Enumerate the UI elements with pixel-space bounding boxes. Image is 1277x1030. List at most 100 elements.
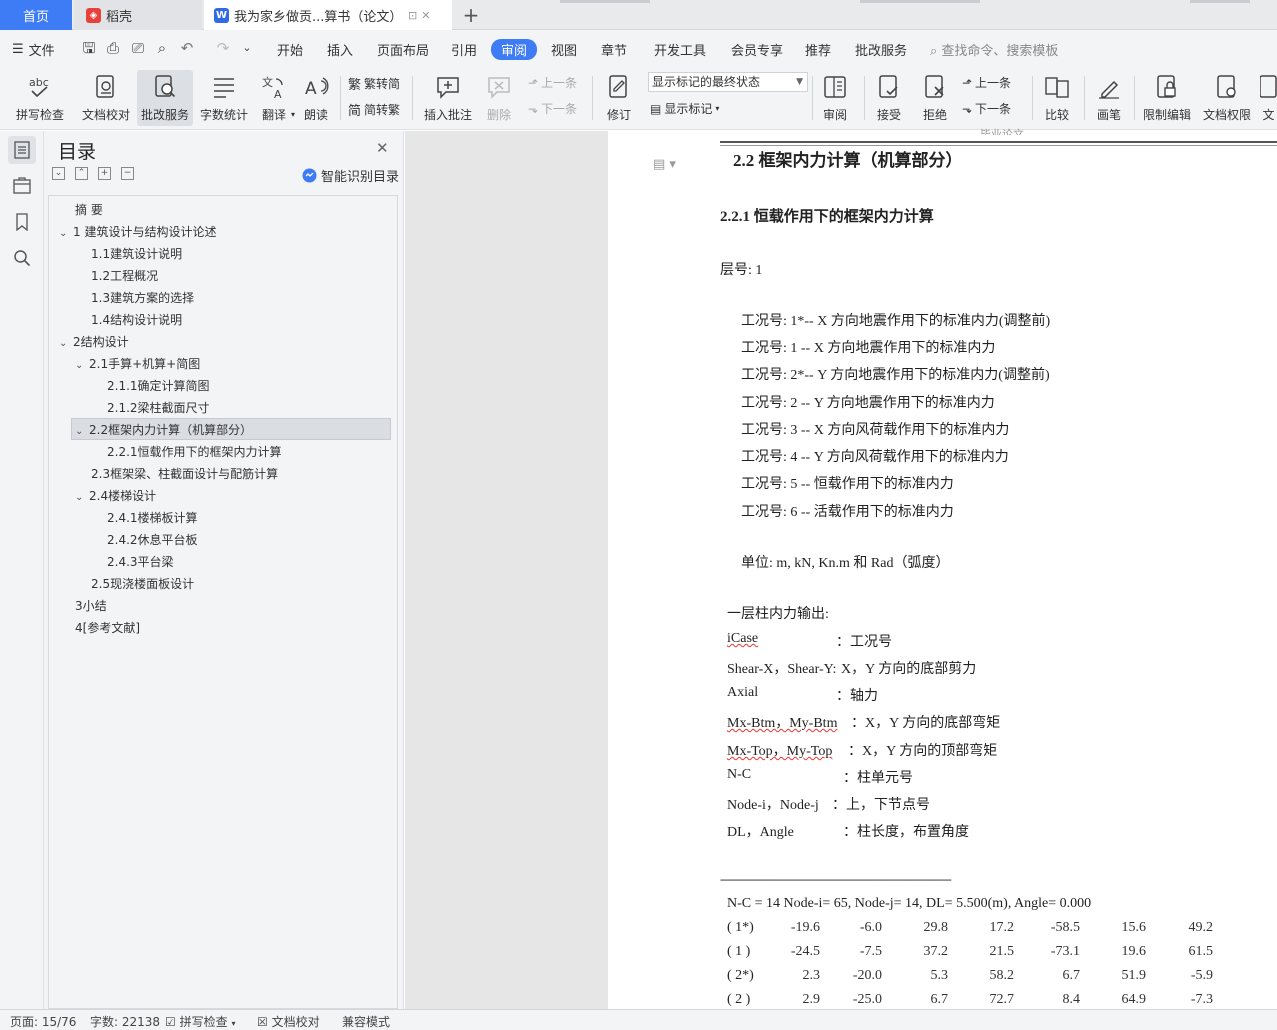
search-icon[interactable] bbox=[8, 244, 36, 272]
tab-docer[interactable]: ◈ 稻壳 bbox=[74, 0, 202, 30]
page-indicator[interactable]: 页面: 15/76 bbox=[10, 1013, 76, 1030]
insert-comment-button[interactable]: 插入批注 bbox=[420, 70, 476, 126]
toc-item[interactable]: ⌄ 2.1手算+机算+简图 bbox=[75, 353, 200, 375]
toc-item[interactable]: 2.4.2休息平台板 bbox=[107, 529, 198, 551]
chapter-nav-icon[interactable] bbox=[8, 172, 36, 200]
toc-item[interactable]: ⌄ 2.4楼梯设计 bbox=[75, 485, 156, 507]
chevron-down-icon[interactable]: ⌄ bbox=[59, 223, 73, 245]
doc-permission-button[interactable]: 文档权限 bbox=[1200, 70, 1254, 126]
section-title: 2.2 框架内力计算（机算部分） bbox=[733, 151, 963, 170]
menu-review[interactable]: 审阅 bbox=[491, 39, 538, 60]
menu-view[interactable]: 视图 bbox=[551, 40, 577, 59]
show-markup-button[interactable]: ▤ 显示标记 ▾ bbox=[650, 100, 719, 117]
compare-button[interactable]: 比较 bbox=[1038, 70, 1076, 126]
toc-item[interactable]: 2.1.1确定计算简图 bbox=[107, 375, 210, 397]
collapse-all-icon[interactable]: − bbox=[121, 167, 134, 180]
toc-panel: 目录 ✕ ⌄ ⌃ + − 智能识别目录 摘 要 ⌄ 1 建筑设计与结构设计论述 1… bbox=[44, 131, 404, 1009]
toc-item[interactable]: 1.4结构设计说明 bbox=[91, 309, 182, 331]
case-line: 工况号: 1 -- X 方向地震作用下的标准内力 bbox=[741, 341, 996, 356]
doc-check-button[interactable]: 文档校对 bbox=[78, 70, 134, 126]
expand-all-icon[interactable]: + bbox=[98, 167, 111, 180]
page-options-icon[interactable]: ▤ ▾ bbox=[653, 157, 676, 172]
markup-state-select[interactable]: 显示标记的最终状态 ▼ bbox=[648, 72, 808, 92]
search-icon: ⌕ bbox=[930, 44, 938, 59]
track-changes-button[interactable]: 修订 bbox=[600, 70, 638, 126]
toc-item[interactable]: 2.5现浇楼面板设计 bbox=[91, 573, 194, 595]
trad-to-simp-button[interactable]: 繁 繁转简 bbox=[348, 74, 400, 93]
toc-item[interactable]: 2.1.2梁柱截面尺寸 bbox=[107, 397, 210, 419]
correct-service-button[interactable]: 批改服务 bbox=[137, 70, 193, 126]
toc-item[interactable]: 1.2工程概况 bbox=[91, 265, 158, 287]
toc-item[interactable]: 2.2.1恒载作用下的框架内力计算 bbox=[107, 441, 282, 463]
toc-item[interactable]: 2.4.1楼梯板计算 bbox=[107, 507, 198, 529]
toc-item[interactable]: 2.4.3平台梁 bbox=[107, 551, 174, 573]
toc-item[interactable]: 4[参考文献] bbox=[75, 617, 140, 639]
quick-access-dropdown-icon[interactable]: ⌄ bbox=[238, 39, 256, 57]
close-icon[interactable]: ✕ bbox=[376, 139, 389, 157]
more-ribbon-button[interactable]: 文 bbox=[1260, 70, 1277, 126]
save-icon[interactable]: 🖫 bbox=[80, 39, 98, 57]
next-change-button[interactable]: ⬎ 下一条 bbox=[962, 100, 1011, 117]
word-count-button[interactable]: 字数统计 bbox=[197, 70, 251, 126]
new-tab-button[interactable]: + bbox=[458, 2, 484, 28]
doc-check-status-icon: ☒ bbox=[257, 1015, 268, 1029]
prev-change-button[interactable]: ⬏ 上一条 bbox=[962, 74, 1011, 91]
tab-close-icon[interactable]: ✕ bbox=[421, 9, 430, 22]
toc-item-selected[interactable]: ⌄ 2.2框架内力计算（机算部分） bbox=[71, 418, 391, 440]
simp-to-trad-button[interactable]: 简 简转繁 bbox=[348, 100, 400, 119]
command-search[interactable]: ⌕ 查找命令、搜索模板 bbox=[930, 40, 1058, 59]
toc-item[interactable]: 1.3建筑方案的选择 bbox=[91, 287, 194, 309]
tab-pin-icon[interactable]: ⊡ bbox=[408, 9, 417, 22]
menu-correct-service[interactable]: 批改服务 bbox=[855, 40, 907, 59]
export-pdf-icon[interactable]: ⎙ bbox=[104, 39, 122, 57]
reject-button[interactable]: 拒绝 bbox=[916, 70, 954, 126]
toc-item[interactable]: 3小结 bbox=[75, 595, 107, 617]
chevron-down-icon[interactable]: ⌄ bbox=[75, 487, 89, 509]
menu-home[interactable]: 开始 bbox=[277, 40, 303, 59]
chevron-down-icon[interactable]: ⌄ bbox=[75, 421, 89, 443]
accept-button[interactable]: 接受 bbox=[870, 70, 908, 126]
menu-reference[interactable]: 引用 bbox=[451, 40, 477, 59]
read-aloud-button[interactable]: A 朗读 bbox=[300, 70, 332, 126]
smart-recognize-toc-button[interactable]: 智能识别目录 bbox=[302, 166, 399, 185]
toc-item[interactable]: 2.3框架梁、柱截面设计与配筋计算 bbox=[91, 463, 278, 485]
toc-item[interactable]: ⌄ 2结构设计 bbox=[59, 331, 129, 353]
menu-page-layout[interactable]: 页面布局 bbox=[377, 40, 429, 59]
legend-key: Axial bbox=[727, 685, 759, 700]
collapse-level-icon[interactable]: ⌃ bbox=[75, 167, 88, 180]
print-icon[interactable]: ⎚ bbox=[129, 39, 147, 57]
bookmark-icon[interactable] bbox=[8, 208, 36, 236]
print-preview-icon[interactable]: ⌕ bbox=[153, 39, 171, 57]
menu-section[interactable]: 章节 bbox=[601, 40, 627, 59]
menu-member[interactable]: 会员专享 bbox=[731, 40, 783, 59]
status-doc-check-button[interactable]: ☒ 文档校对 bbox=[257, 1013, 320, 1030]
menu-insert[interactable]: 插入 bbox=[327, 40, 353, 59]
toc-item[interactable]: ⌄ 1 建筑设计与结构设计论述 bbox=[59, 221, 216, 243]
next-comment-button[interactable]: ⬎ 下一条 bbox=[528, 100, 577, 117]
document-page[interactable]: ▤ ▾ 毕业论文 2.2 框架内力计算（机算部分） 2.2.1 恒载作用下的框架… bbox=[608, 128, 1277, 1009]
chevron-down-icon[interactable]: ⌄ bbox=[59, 333, 73, 355]
review-pane-button[interactable]: 审阅 bbox=[816, 70, 854, 126]
status-spellcheck-button[interactable]: ☑ 拼写检查 ▾ bbox=[165, 1013, 235, 1030]
restrict-edit-button[interactable]: 限制编辑 bbox=[1140, 70, 1194, 126]
toc-panel-icon[interactable] bbox=[8, 136, 36, 164]
undo-icon[interactable]: ↶ bbox=[178, 39, 196, 57]
word-count-indicator[interactable]: 字数: 22138 bbox=[90, 1013, 160, 1030]
prev-comment-button[interactable]: ⬏ 上一条 bbox=[528, 74, 577, 91]
pen-button[interactable]: 画笔 bbox=[1090, 70, 1128, 126]
tab-home[interactable]: 首页 bbox=[0, 0, 72, 30]
translate-button[interactable]: 文A 翻译 ▾ bbox=[255, 70, 295, 126]
delete-comment-button[interactable]: 删除 bbox=[480, 70, 518, 126]
file-menu-button[interactable]: ☰ 文件 bbox=[12, 40, 55, 59]
toc-item[interactable]: 摘 要 bbox=[75, 199, 103, 221]
expand-level-icon[interactable]: ⌄ bbox=[52, 167, 65, 180]
toc-item[interactable]: 1.1建筑设计说明 bbox=[91, 243, 182, 265]
spellcheck-button[interactable]: abc 拼写检查 bbox=[10, 70, 70, 126]
tab-document[interactable]: W 我为家乡做贡...算书（论文） ⊡ ✕ bbox=[204, 0, 452, 30]
chevron-down-icon[interactable]: ⌄ bbox=[75, 355, 89, 377]
menu-recommend[interactable]: 推荐 bbox=[805, 40, 831, 59]
document-canvas[interactable]: ▤ ▾ 毕业论文 2.2 框架内力计算（机算部分） 2.2.1 恒载作用下的框架… bbox=[405, 128, 1277, 1009]
redo-icon[interactable]: ↷ bbox=[214, 39, 232, 57]
delete-comment-icon bbox=[484, 72, 514, 102]
menu-developer[interactable]: 开发工具 bbox=[654, 40, 706, 59]
